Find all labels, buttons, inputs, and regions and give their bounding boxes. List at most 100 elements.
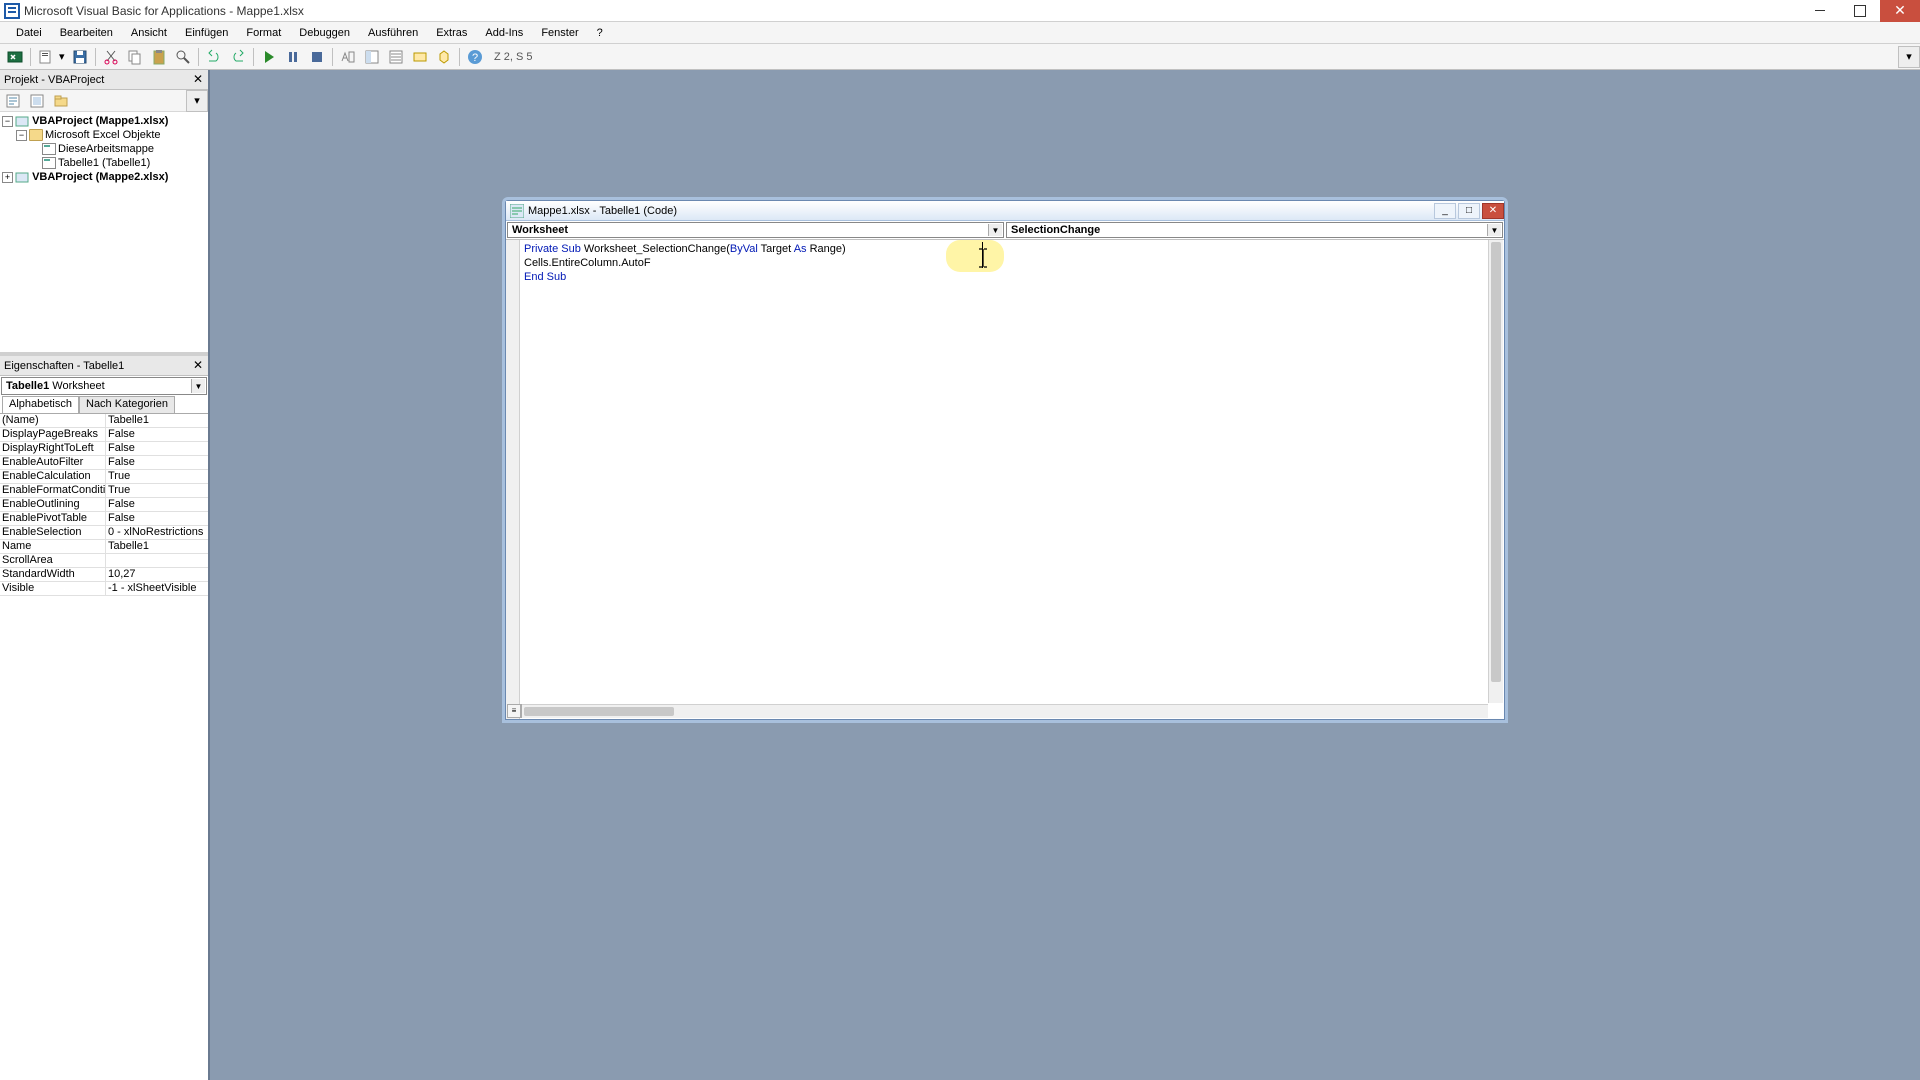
chevron-down-icon[interactable]: ▼ <box>1487 224 1501 236</box>
property-name: EnableCalculation <box>0 470 106 483</box>
property-row[interactable]: EnableOutliningFalse <box>0 498 208 512</box>
object-browser-button[interactable] <box>409 46 431 68</box>
properties-object-combo[interactable]: Tabelle1 Worksheet ▼ <box>1 377 207 395</box>
menu-extras[interactable]: Extras <box>428 24 475 42</box>
code-window-minimize[interactable]: _ <box>1434 203 1456 219</box>
minimize-button[interactable] <box>1800 0 1840 22</box>
tree-project1[interactable]: VBAProject (Mappe1.xlsx) <box>32 114 168 128</box>
code-text[interactable]: Private Sub Worksheet_SelectionChange(By… <box>524 242 846 284</box>
property-row[interactable]: StandardWidth10,27 <box>0 568 208 582</box>
cursor-position-label: Z 2, S 5 <box>488 51 539 63</box>
property-value[interactable]: False <box>106 512 208 525</box>
property-value[interactable]: False <box>106 442 208 455</box>
expander-icon[interactable]: + <box>2 172 13 183</box>
property-value[interactable]: Tabelle1 <box>106 414 208 427</box>
property-row[interactable]: ScrollArea <box>0 554 208 568</box>
chevron-down-icon[interactable]: ▼ <box>191 379 205 393</box>
scrollbar-thumb[interactable] <box>1491 242 1501 682</box>
view-excel-button[interactable] <box>4 46 26 68</box>
vertical-scrollbar[interactable] <box>1488 240 1503 703</box>
property-row[interactable]: Visible-1 - xlSheetVisible <box>0 582 208 596</box>
copy-button[interactable] <box>124 46 146 68</box>
insert-button[interactable] <box>35 46 57 68</box>
property-row[interactable]: DisplayRightToLeftFalse <box>0 442 208 456</box>
property-value[interactable]: 0 - xlNoRestrictions <box>106 526 208 539</box>
menu-bearbeiten[interactable]: Bearbeiten <box>52 24 121 42</box>
scrollbar-thumb[interactable] <box>524 707 674 716</box>
tab-alphabetical[interactable]: Alphabetisch <box>2 396 79 413</box>
maximize-button[interactable] <box>1840 0 1880 22</box>
properties-grid[interactable]: (Name)Tabelle1DisplayPageBreaksFalseDisp… <box>0 414 208 1080</box>
tree-tabelle1[interactable]: Tabelle1 (Tabelle1) <box>58 156 150 170</box>
property-value[interactable]: False <box>106 498 208 511</box>
app-title: Microsoft Visual Basic for Applications … <box>24 4 1800 18</box>
run-button[interactable] <box>258 46 280 68</box>
menu-addins[interactable]: Add-Ins <box>477 24 531 42</box>
project-toolbar-overflow[interactable]: ▾ <box>186 90 208 112</box>
property-value[interactable]: Tabelle1 <box>106 540 208 553</box>
property-row[interactable]: EnableFormatConditionsCalcTrue <box>0 484 208 498</box>
property-value[interactable]: False <box>106 456 208 469</box>
procedure-combo[interactable]: SelectionChange▼ <box>1006 222 1503 238</box>
project-explorer-button[interactable] <box>361 46 383 68</box>
code-window-close[interactable]: ✕ <box>1482 203 1504 219</box>
toggle-folders-button[interactable] <box>50 90 72 112</box>
view-code-button[interactable] <box>2 90 24 112</box>
property-row[interactable]: EnableCalculationTrue <box>0 470 208 484</box>
redo-button[interactable] <box>227 46 249 68</box>
property-value[interactable]: True <box>106 470 208 483</box>
properties-button[interactable] <box>385 46 407 68</box>
code-window-maximize[interactable]: □ <box>1458 203 1480 219</box>
property-value[interactable] <box>106 554 208 567</box>
tab-categorized[interactable]: Nach Kategorien <box>79 396 175 413</box>
property-row[interactable]: EnableSelection0 - xlNoRestrictions <box>0 526 208 540</box>
menu-ansicht[interactable]: Ansicht <box>123 24 175 42</box>
property-value[interactable]: -1 - xlSheetVisible <box>106 582 208 595</box>
find-button[interactable] <box>172 46 194 68</box>
undo-button[interactable] <box>203 46 225 68</box>
property-value[interactable]: False <box>106 428 208 441</box>
menu-fenster[interactable]: Fenster <box>533 24 586 42</box>
project-panel-close-icon[interactable]: ✕ <box>190 71 206 87</box>
tree-project2[interactable]: VBAProject (Mappe2.xlsx) <box>32 170 168 184</box>
property-value[interactable]: True <box>106 484 208 497</box>
save-button[interactable] <box>69 46 91 68</box>
reset-button[interactable] <box>306 46 328 68</box>
property-row[interactable]: EnablePivotTableFalse <box>0 512 208 526</box>
properties-panel-close-icon[interactable]: ✕ <box>190 357 206 373</box>
view-object-button[interactable] <box>26 90 48 112</box>
property-row[interactable]: NameTabelle1 <box>0 540 208 554</box>
menu-format[interactable]: Format <box>238 24 289 42</box>
close-button[interactable]: ✕ <box>1880 0 1920 22</box>
menu-ausfuehren[interactable]: Ausführen <box>360 24 426 42</box>
procedure-view-button[interactable]: ≡ <box>507 704 521 718</box>
menu-einfuegen[interactable]: Einfügen <box>177 24 236 42</box>
toolbox-button[interactable] <box>433 46 455 68</box>
design-mode-button[interactable] <box>337 46 359 68</box>
tree-folder-excel-objects[interactable]: Microsoft Excel Objekte <box>45 128 161 142</box>
code-window-titlebar[interactable]: Mappe1.xlsx - Tabelle1 (Code) _ □ ✕ <box>506 201 1504 221</box>
property-row[interactable]: EnableAutoFilterFalse <box>0 456 208 470</box>
property-name: EnableSelection <box>0 526 106 539</box>
property-row[interactable]: (Name)Tabelle1 <box>0 414 208 428</box>
tree-thisworkbook[interactable]: DieseArbeitsmappe <box>58 142 154 156</box>
break-button[interactable] <box>282 46 304 68</box>
expander-icon[interactable]: − <box>16 130 27 141</box>
project-tree[interactable]: − VBAProject (Mappe1.xlsx) − Microsoft Ex… <box>0 112 208 352</box>
paste-button[interactable] <box>148 46 170 68</box>
horizontal-scrollbar[interactable] <box>522 704 1488 718</box>
code-editor[interactable]: Private Sub Worksheet_SelectionChange(By… <box>506 240 1504 719</box>
chevron-down-icon[interactable]: ▼ <box>988 224 1002 236</box>
property-name: DisplayRightToLeft <box>0 442 106 455</box>
toolbar-overflow-button[interactable]: ▾ <box>1898 46 1920 68</box>
help-icon-button[interactable]: ? <box>464 46 486 68</box>
cut-button[interactable] <box>100 46 122 68</box>
property-value[interactable]: 10,27 <box>106 568 208 581</box>
property-row[interactable]: DisplayPageBreaksFalse <box>0 428 208 442</box>
menu-datei[interactable]: Datei <box>8 24 50 42</box>
expander-icon[interactable]: − <box>2 116 13 127</box>
menu-help[interactable]: ? <box>589 24 611 42</box>
property-name: EnableFormatConditionsCalc <box>0 484 106 497</box>
object-combo[interactable]: Worksheet▼ <box>507 222 1004 238</box>
menu-debuggen[interactable]: Debuggen <box>291 24 358 42</box>
